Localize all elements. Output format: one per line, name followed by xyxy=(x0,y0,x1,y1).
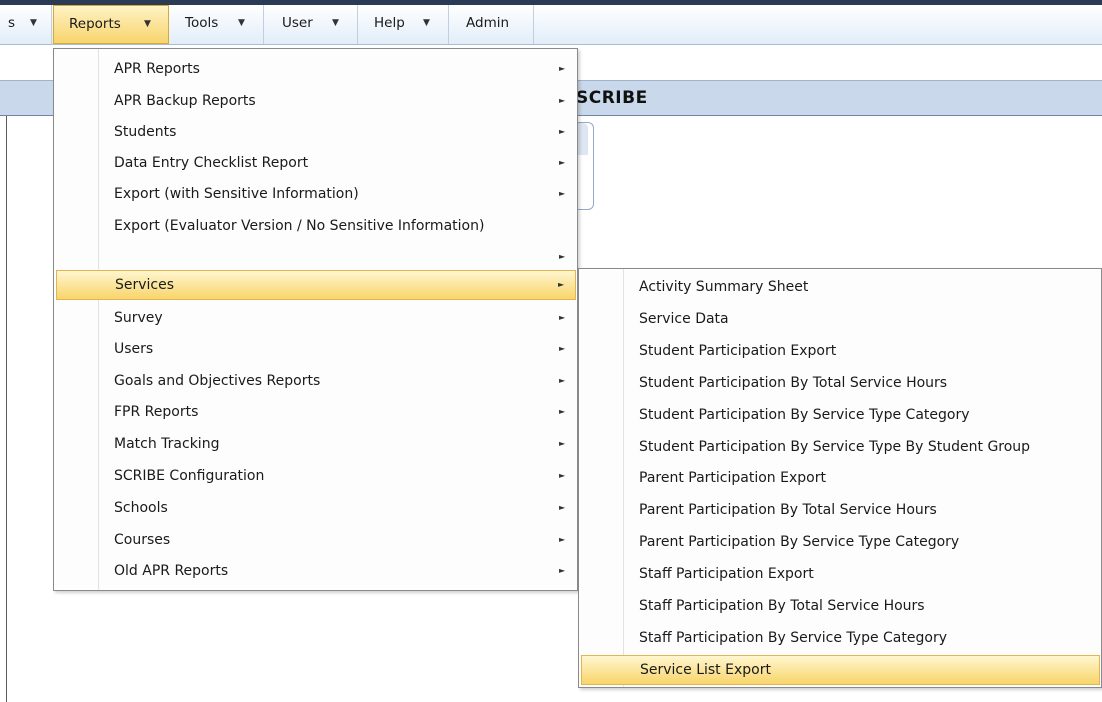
menu-item-student-participation-export[interactable]: Student Participation Export xyxy=(581,336,1099,366)
menu-item-blank[interactable]: ► xyxy=(56,242,575,272)
chevron-right-icon: ► xyxy=(559,503,566,512)
menu-item-users[interactable]: Users ► xyxy=(56,334,575,364)
menu-item-staff-participation-export[interactable]: Staff Participation Export xyxy=(581,559,1099,589)
menu-item-export-evaluator[interactable]: Export (Evaluator Version / No Sensitive… xyxy=(56,211,575,241)
main-menubar: s ▼ Reports ▼ Tools ▼ User ▼ Help ▼ Admi… xyxy=(0,5,1102,45)
menubar-item-truncated[interactable]: s ▼ xyxy=(0,5,52,44)
chevron-down-icon: ▼ xyxy=(30,18,37,28)
chevron-right-icon: ► xyxy=(559,64,566,73)
menu-item-apr-backup-reports[interactable]: APR Backup Reports ► xyxy=(56,86,575,116)
menu-item-fpr-reports[interactable]: FPR Reports ► xyxy=(56,397,575,427)
menu-item-export-sensitive[interactable]: Export (with Sensitive Information) ► xyxy=(56,179,575,209)
chevron-down-icon: ▼ xyxy=(238,18,245,28)
chevron-right-icon: ► xyxy=(559,189,566,198)
menu-item-parent-participation-export[interactable]: Parent Participation Export xyxy=(581,463,1099,493)
menu-item-service-list-export[interactable]: Service List Export xyxy=(581,655,1100,685)
chevron-right-icon: ► xyxy=(559,376,566,385)
menu-item-goals-objectives[interactable]: Goals and Objectives Reports ► xyxy=(56,366,575,396)
menubar-item-user[interactable]: User ▼ xyxy=(265,5,358,44)
chevron-right-icon: ► xyxy=(558,280,565,289)
chevron-right-icon: ► xyxy=(559,313,566,322)
chevron-down-icon: ▼ xyxy=(423,18,430,28)
chevron-right-icon: ► xyxy=(559,407,566,416)
menu-item-scribe-configuration[interactable]: SCRIBE Configuration ► xyxy=(56,461,575,491)
chevron-right-icon: ► xyxy=(559,471,566,480)
menu-item-student-participation-hours[interactable]: Student Participation By Total Service H… xyxy=(581,368,1099,398)
page-title: SCRIBE xyxy=(576,88,648,108)
services-submenu: Activity Summary Sheet Service Data Stud… xyxy=(578,268,1102,688)
menu-item-services[interactable]: Services ► xyxy=(56,270,576,300)
menu-item-service-data[interactable]: Service Data xyxy=(581,304,1099,334)
menu-item-parent-participation-category[interactable]: Parent Participation By Service Type Cat… xyxy=(581,527,1099,557)
chevron-right-icon: ► xyxy=(559,127,566,136)
chevron-down-icon: ▼ xyxy=(332,18,339,28)
menu-item-data-entry-checklist[interactable]: Data Entry Checklist Report ► xyxy=(56,148,575,178)
chevron-down-icon: ▼ xyxy=(144,19,151,29)
menu-item-student-participation-category[interactable]: Student Participation By Service Type Ca… xyxy=(581,400,1099,430)
menu-item-schools[interactable]: Schools ► xyxy=(56,493,575,523)
menu-item-students[interactable]: Students ► xyxy=(56,117,575,147)
chevron-right-icon: ► xyxy=(559,252,566,261)
menubar-item-reports[interactable]: Reports ▼ xyxy=(53,5,169,44)
chevron-right-icon: ► xyxy=(559,96,566,105)
menu-item-parent-participation-hours[interactable]: Parent Participation By Total Service Ho… xyxy=(581,495,1099,525)
menu-item-apr-reports[interactable]: APR Reports ► xyxy=(56,54,575,84)
menu-item-staff-participation-category[interactable]: Staff Participation By Service Type Cate… xyxy=(581,623,1099,653)
chevron-right-icon: ► xyxy=(559,566,566,575)
menu-item-student-participation-group[interactable]: Student Participation By Service Type By… xyxy=(581,432,1099,462)
chevron-right-icon: ► xyxy=(559,439,566,448)
menu-item-old-apr-reports[interactable]: Old APR Reports ► xyxy=(56,556,575,586)
reports-dropdown-menu: APR Reports ► APR Backup Reports ► Stude… xyxy=(53,48,578,591)
menu-item-staff-participation-hours[interactable]: Staff Participation By Total Service Hou… xyxy=(581,591,1099,621)
menubar-item-help[interactable]: Help ▼ xyxy=(359,5,449,44)
chevron-right-icon: ► xyxy=(559,158,566,167)
chevron-right-icon: ► xyxy=(559,535,566,544)
menubar-item-tools[interactable]: Tools ▼ xyxy=(170,5,264,44)
menu-item-courses[interactable]: Courses ► xyxy=(56,525,575,555)
chevron-right-icon: ► xyxy=(559,344,566,353)
menubar-item-admin[interactable]: Admin xyxy=(450,5,534,44)
content-border xyxy=(6,80,7,702)
menu-item-survey[interactable]: Survey ► xyxy=(56,303,575,333)
menu-item-match-tracking[interactable]: Match Tracking ► xyxy=(56,429,575,459)
menu-item-activity-summary[interactable]: Activity Summary Sheet xyxy=(581,272,1099,302)
